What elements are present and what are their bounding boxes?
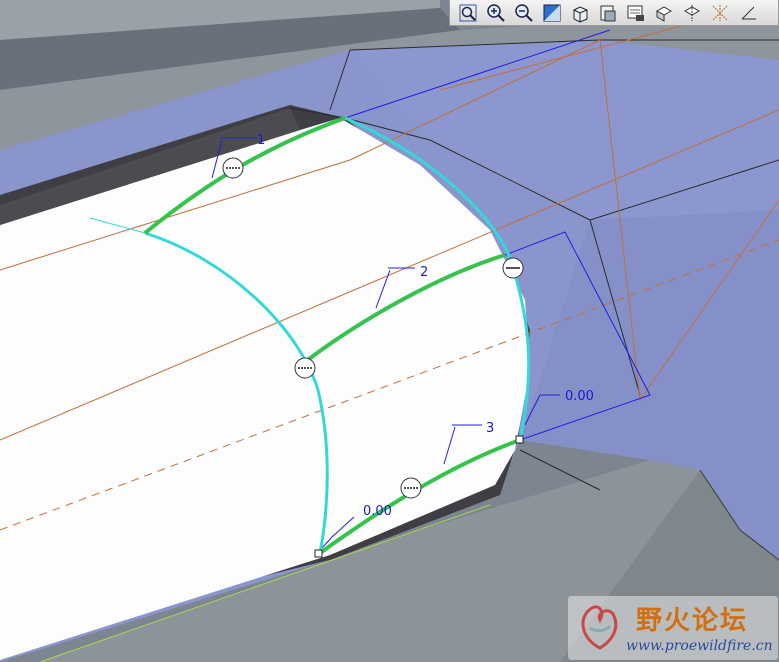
drag-handle[interactable] [294, 357, 316, 379]
curve-label-2[interactable]: 2 [420, 265, 428, 280]
zoom-window-icon [459, 4, 477, 21]
point-display-icon [712, 4, 728, 21]
curve-label-1[interactable]: 1 [257, 133, 265, 148]
dimension-value-bottom[interactable]: 0.00 [363, 504, 392, 519]
watermark-logo-icon [581, 605, 618, 650]
drag-handle[interactable] [400, 477, 422, 499]
refit-button[interactable] [538, 1, 566, 25]
model-scene[interactable]: 1 2 3 0.00 0.00 [0, 0, 779, 662]
zoom-in-icon [487, 3, 505, 22]
dimension-value-right[interactable]: 0.00 [565, 389, 594, 404]
watermark-url: www.proewildfire.cn [626, 638, 773, 654]
view-cube-icon [573, 5, 588, 23]
csys-display-icon [741, 6, 756, 19]
axis-display-button[interactable] [678, 1, 706, 25]
plane-display-button[interactable] [650, 1, 678, 25]
saved-views-icon [600, 5, 616, 21]
drag-handle[interactable] [222, 157, 244, 179]
watermark-title: 野火论坛 [636, 606, 749, 636]
csys-display-button[interactable] [734, 1, 762, 25]
saved-views-button[interactable] [594, 1, 622, 25]
point-display-button[interactable] [706, 1, 734, 25]
plane-display-icon [655, 5, 673, 22]
refit-icon [543, 4, 561, 21]
view-manager-icon [627, 5, 644, 21]
endpoint-handle[interactable] [515, 435, 524, 444]
view-cube-button[interactable] [566, 1, 594, 25]
view-manager-button[interactable] [622, 1, 650, 25]
zoom-out-button[interactable] [510, 1, 538, 25]
zoom-in-button[interactable] [482, 1, 510, 25]
view-toolbar [449, 0, 779, 26]
curve-label-3[interactable]: 3 [486, 421, 494, 436]
zoom-window-button[interactable] [454, 1, 482, 25]
zoom-out-icon [515, 3, 533, 22]
drag-handle[interactable] [502, 257, 524, 279]
endpoint-handle[interactable] [314, 549, 323, 558]
graphics-viewport[interactable]: 1 2 3 0.00 0.00 野火论坛 www.proewildfire.cn [0, 0, 779, 662]
axis-display-icon [683, 4, 701, 21]
